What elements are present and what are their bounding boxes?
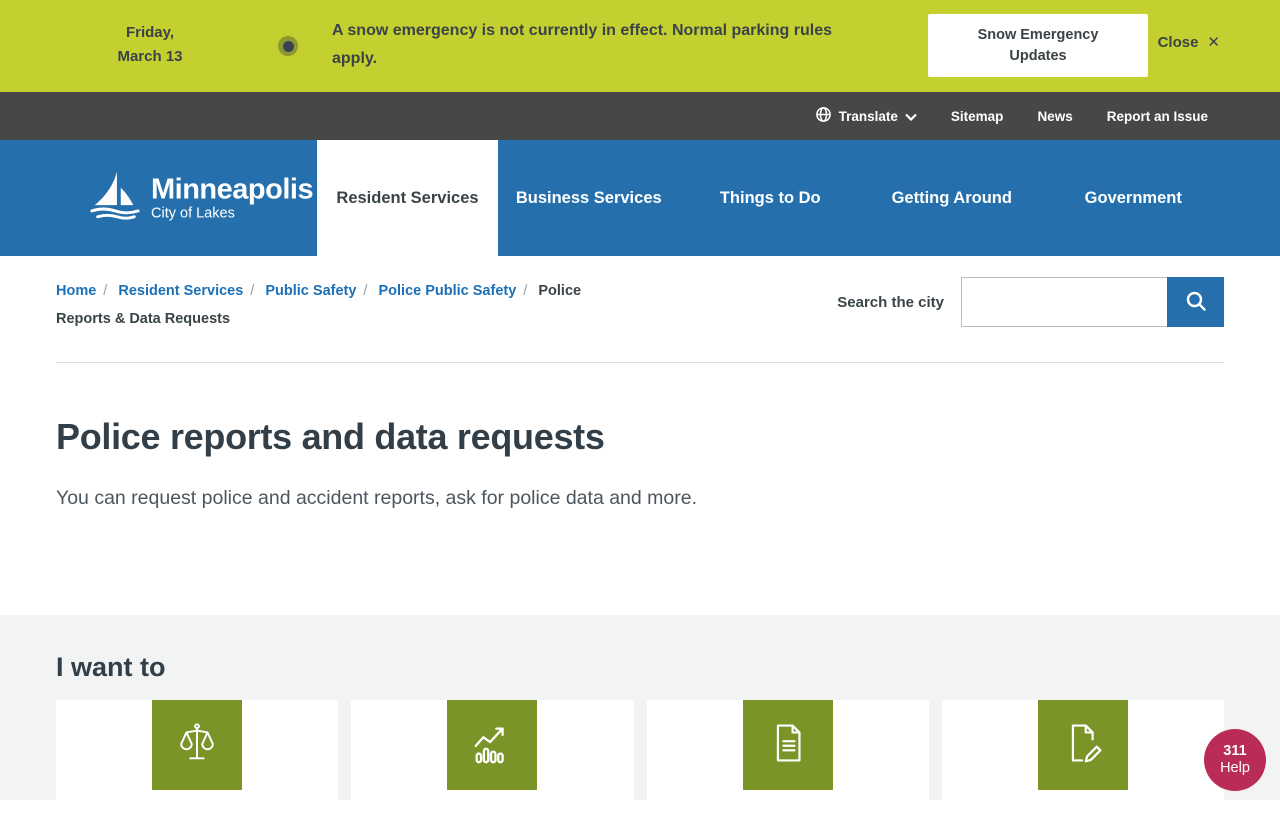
card-tile	[1038, 700, 1128, 790]
breadcrumb-link-police-public-safety[interactable]: Police Public Safety	[378, 283, 516, 299]
breadcrumb-separator: /	[356, 283, 374, 299]
banner-message: A snow emergency is not currently in eff…	[332, 17, 877, 73]
search-button[interactable]	[1167, 277, 1224, 327]
banner-close-button[interactable]: Close ✕	[1152, 32, 1226, 52]
translate-menu[interactable]: Translate	[815, 106, 917, 126]
banner-date-line1: Friday,	[95, 21, 205, 45]
breadcrumb-separator: /	[243, 283, 261, 299]
utility-bar: Translate Sitemap News Report an Issue	[0, 92, 1280, 140]
site-search: Search the city	[837, 277, 1224, 327]
section-divider	[56, 362, 1224, 363]
breadcrumb-link-home[interactable]: Home	[56, 283, 96, 299]
city-logo[interactable]: Minneapolis City of Lakes	[88, 169, 313, 228]
card-data-request[interactable]	[942, 700, 1224, 830]
card-tile	[743, 700, 833, 790]
sailboat-icon	[88, 169, 142, 228]
card-tile	[447, 700, 537, 790]
scales-icon	[174, 720, 220, 771]
logo-tagline: City of Lakes	[151, 206, 313, 222]
help-311-number: 311	[1223, 743, 1246, 760]
nav-items: Business Services Things to Do Getting A…	[498, 140, 1224, 256]
bar-line-chart-icon	[469, 720, 515, 771]
card-police-data[interactable]	[351, 700, 633, 830]
snow-emergency-updates-button[interactable]: Snow Emergency Updates	[928, 14, 1148, 77]
search-input[interactable]	[961, 277, 1167, 327]
logo-title: Minneapolis	[151, 175, 313, 205]
nav-item-getting-around[interactable]: Getting Around	[861, 140, 1043, 256]
help-311-button[interactable]: 311 Help	[1204, 729, 1266, 791]
nav-item-government[interactable]: Government	[1043, 140, 1225, 256]
nav-item-business-services[interactable]: Business Services	[498, 140, 680, 256]
banner-date-line2: March 13	[95, 45, 205, 69]
report-an-issue-link[interactable]: Report an Issue	[1107, 109, 1208, 124]
sitemap-link[interactable]: Sitemap	[951, 109, 1004, 124]
banner-date: Friday, March 13	[95, 21, 205, 69]
close-icon: ✕	[1207, 33, 1220, 51]
page-intro: You can request police and accident repo…	[56, 483, 706, 513]
news-link[interactable]: News	[1037, 109, 1072, 124]
translate-label: Translate	[839, 109, 898, 124]
breadcrumb: Home/ Resident Services/ Public Safety/ …	[56, 277, 636, 333]
chevron-down-icon	[905, 109, 917, 124]
breadcrumb-section: Home/ Resident Services/ Public Safety/ …	[0, 256, 1280, 364]
breadcrumb-separator: /	[96, 283, 114, 299]
document-edit-icon	[1061, 721, 1105, 770]
search-icon	[1185, 290, 1207, 315]
snow-alert-banner: Friday, March 13 A snow emergency is not…	[0, 0, 1280, 92]
logo-text: Minneapolis City of Lakes	[151, 175, 313, 222]
card-reports[interactable]	[647, 700, 929, 830]
main-nav: Minneapolis City of Lakes Resident Servi…	[0, 140, 1280, 256]
i-want-to-heading: I want to	[56, 615, 1224, 682]
globe-icon	[815, 106, 832, 126]
nav-item-things-to-do[interactable]: Things to Do	[680, 140, 862, 256]
snow-status-dot-icon	[278, 36, 298, 56]
breadcrumb-link-resident-services[interactable]: Resident Services	[118, 283, 243, 299]
breadcrumb-link-public-safety[interactable]: Public Safety	[265, 283, 356, 299]
nav-item-resident-services[interactable]: Resident Services	[317, 140, 498, 256]
help-311-label: Help	[1220, 760, 1250, 777]
page-header: Police reports and data requests You can…	[0, 364, 1280, 615]
card-request-reports[interactable]	[56, 700, 338, 830]
card-tile	[152, 700, 242, 790]
page-title: Police reports and data requests	[56, 416, 1224, 458]
search-label: Search the city	[837, 294, 944, 311]
document-icon	[766, 721, 810, 770]
i-want-to-section: I want to	[0, 615, 1280, 800]
breadcrumb-separator: /	[516, 283, 534, 299]
i-want-to-cards	[56, 700, 1224, 830]
banner-close-label: Close	[1158, 34, 1199, 51]
